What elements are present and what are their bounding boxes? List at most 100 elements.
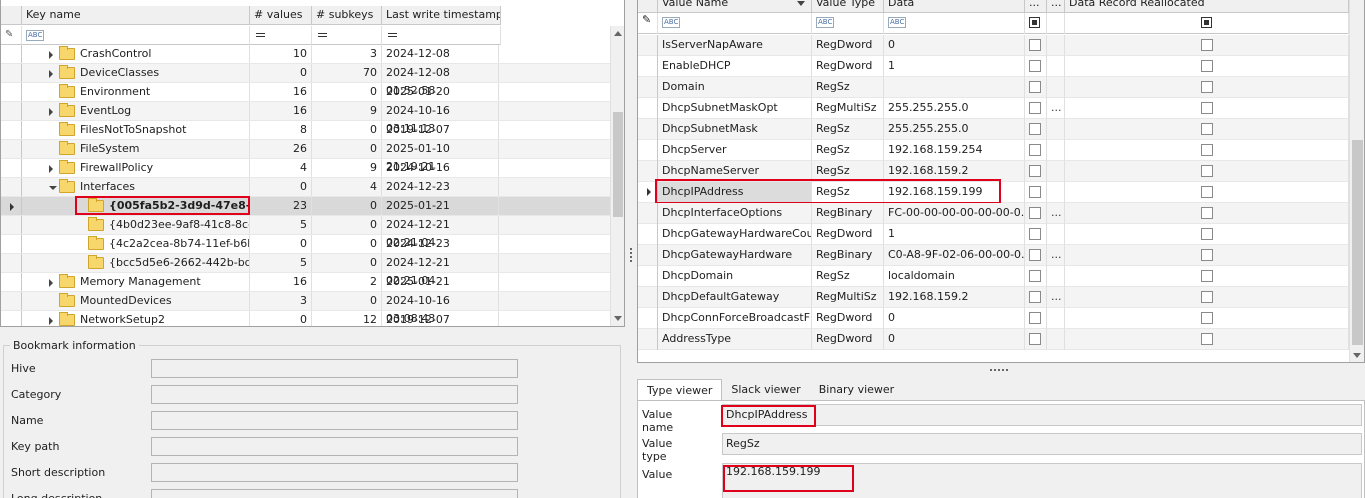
col-dots-2[interactable]: ... [1047,0,1065,13]
filter-reallocated[interactable] [1065,13,1349,34]
bookmark-field-input[interactable] [151,359,518,378]
collapse-icon[interactable] [49,186,57,190]
value-row[interactable]: DhcpDomain RegSz localdomain [638,266,1349,287]
expand-icon[interactable] [49,279,53,287]
value-row[interactable]: DhcpInterfaceOptions RegBinary FC-00-00-00… [638,203,1349,224]
key-name-cell[interactable]: {4b0d23ee-9af8-41c8-8ce9-... [22,216,250,234]
key-name-cell[interactable]: CrashControl [22,45,250,63]
reallocated-checkbox-cell[interactable] [1065,266,1349,287]
value-row[interactable]: DhcpSubnetMaskOpt RegMultiSz 255.255.255.0… [638,98,1349,119]
reallocated-checkbox-cell[interactable] [1065,287,1349,308]
deleted-checkbox-cell[interactable] [1025,182,1047,203]
tree-row[interactable]: {4c2a2cea-8b74-11ef-b6b1-...002024-12-23… [1,235,612,268]
checkbox[interactable] [1201,228,1213,240]
col-dots-1[interactable]: ... [1025,0,1047,13]
filter-values[interactable] [250,26,312,45]
deleted-checkbox-cell[interactable] [1025,203,1047,224]
tab-slack-viewer[interactable]: Slack viewer [722,379,809,401]
reallocated-checkbox-cell[interactable] [1065,224,1349,245]
tab-type-viewer[interactable]: Type viewer [637,379,723,401]
checkbox[interactable] [1029,312,1041,324]
value-row[interactable]: DhcpSubnetMask RegSz 255.255.255.0 [638,119,1349,140]
key-name-cell[interactable]: FileSystem [22,140,250,158]
values-grid[interactable]: Value Name Value Type Data ... ... Data … [637,0,1365,363]
value-row[interactable]: EnableDHCP RegDword 1 [638,56,1349,77]
tree-row[interactable]: {4b0d23ee-9af8-41c8-8ce9-...502024-12-21… [1,216,612,249]
tree-row[interactable]: FirewallPolicy 492024-10-16 03:11:18 [1,159,612,192]
key-name-cell[interactable]: FilesNotToSnapshot [22,121,250,139]
filter-dots-2[interactable] [1047,13,1065,34]
tree-row[interactable]: {bcc5d5e6-2662-442b-bdd2-...502024-12-21… [1,254,612,287]
checkbox-filter-icon[interactable] [1201,17,1212,28]
value-row[interactable]: DhcpNameServer RegSz 192.168.159.2 [638,161,1349,182]
filter-subkeys[interactable] [312,26,382,45]
reallocated-checkbox-cell[interactable] [1065,329,1349,350]
deleted-checkbox-cell[interactable] [1025,224,1047,245]
key-name-cell[interactable]: FirewallPolicy [22,159,250,177]
filter-key-name[interactable]: ABC [22,26,250,45]
tree-row[interactable]: EventLog 16 9 2024-10-16 03:11:13 [1,102,612,135]
checkbox[interactable] [1201,207,1213,219]
reallocated-checkbox-cell[interactable] [1065,77,1349,98]
scroll-down-icon[interactable] [614,316,622,321]
reallocated-checkbox-cell[interactable] [1065,161,1349,182]
tree-row[interactable]: Interfaces 042024-12-23 07:54:59 [1,178,612,211]
reallocated-checkbox-cell[interactable] [1065,56,1349,77]
checkbox[interactable] [1029,333,1041,345]
checkbox[interactable] [1201,81,1213,93]
tree-vertical-scrollbar[interactable] [610,26,624,326]
reallocated-checkbox-cell[interactable] [1065,203,1349,224]
expand-icon[interactable] [49,317,53,325]
col-subkeys[interactable]: # subkeys [312,6,382,25]
tree-row[interactable]: FilesNotToSnapshot 802019-12-07 09:52:04 [1,121,612,154]
checkbox[interactable] [1201,291,1213,303]
bookmark-field-input[interactable] [151,489,518,498]
col-values[interactable]: # values [250,6,312,25]
col-data[interactable]: Data [884,0,1025,13]
checkbox[interactable] [1029,123,1041,135]
col-key-name[interactable]: Key name [22,6,250,25]
checkbox[interactable] [1029,291,1041,303]
key-name-cell[interactable]: NetworkSetup2 [22,311,250,326]
tree-row[interactable]: DeviceClasses 0 70 2024-12-08 01:52:58 [1,64,612,97]
checkbox[interactable] [1201,249,1213,261]
tree-row[interactable]: CrashControl 1032024-12-08 01:04:39 [1,45,612,78]
tree-row[interactable]: {005fa5b2-3d9d-47e8-...2302025-01-21 02:… [1,196,612,230]
value-row[interactable]: AddressType RegDword 0 [638,329,1349,350]
checkbox[interactable] [1029,102,1041,114]
filter-value-type[interactable]: ABC [812,13,884,34]
filter-dots-1[interactable] [1025,13,1047,34]
checkbox[interactable] [1029,186,1041,198]
checkbox[interactable] [1201,144,1213,156]
checkbox[interactable] [1201,270,1213,282]
horizontal-splitter-grip-icon[interactable] [990,369,1010,371]
deleted-checkbox-cell[interactable] [1025,245,1047,266]
reallocated-checkbox-cell[interactable] [1065,308,1349,329]
checkbox[interactable] [1029,228,1041,240]
deleted-checkbox-cell[interactable] [1025,308,1047,329]
value-name-field[interactable]: DhcpIPAddress [722,404,1362,426]
key-name-cell[interactable]: Interfaces [22,178,250,196]
checkbox-filter-icon[interactable] [1029,17,1040,28]
key-name-cell[interactable]: MountedDevices [22,292,250,310]
key-name-cell[interactable]: EventLog [22,102,250,120]
key-name-cell[interactable]: {005fa5b2-3d9d-47e8-... [22,197,250,215]
bookmark-field-input[interactable] [151,463,518,482]
scroll-thumb[interactable] [613,112,623,217]
expand-icon[interactable] [49,70,53,78]
value-row[interactable]: IsServerNapAware RegDword 0 [638,35,1349,56]
filter-data[interactable]: ABC [884,13,1025,34]
checkbox[interactable] [1029,144,1041,156]
tree-row[interactable]: FileSystem 26 0 2025-01-10 21:19:21 [1,140,612,173]
value-row[interactable]: Domain RegSz [638,77,1349,98]
checkbox[interactable] [1029,165,1041,177]
checkbox[interactable] [1029,270,1041,282]
deleted-checkbox-cell[interactable] [1025,119,1047,140]
col-timestamp[interactable]: Last write timestamp [382,6,501,25]
value-row[interactable]: DhcpServer RegSz 192.168.159.254 [638,140,1349,161]
col-value-name[interactable]: Value Name [658,0,812,13]
checkbox[interactable] [1201,312,1213,324]
filter-timestamp[interactable] [382,26,501,45]
tree-row[interactable]: MountedDevices 3 0 2024-10-16 03:08:43 [1,292,612,325]
tree-row[interactable]: Environment 1602025-01-20 23:24:12 [1,83,612,116]
